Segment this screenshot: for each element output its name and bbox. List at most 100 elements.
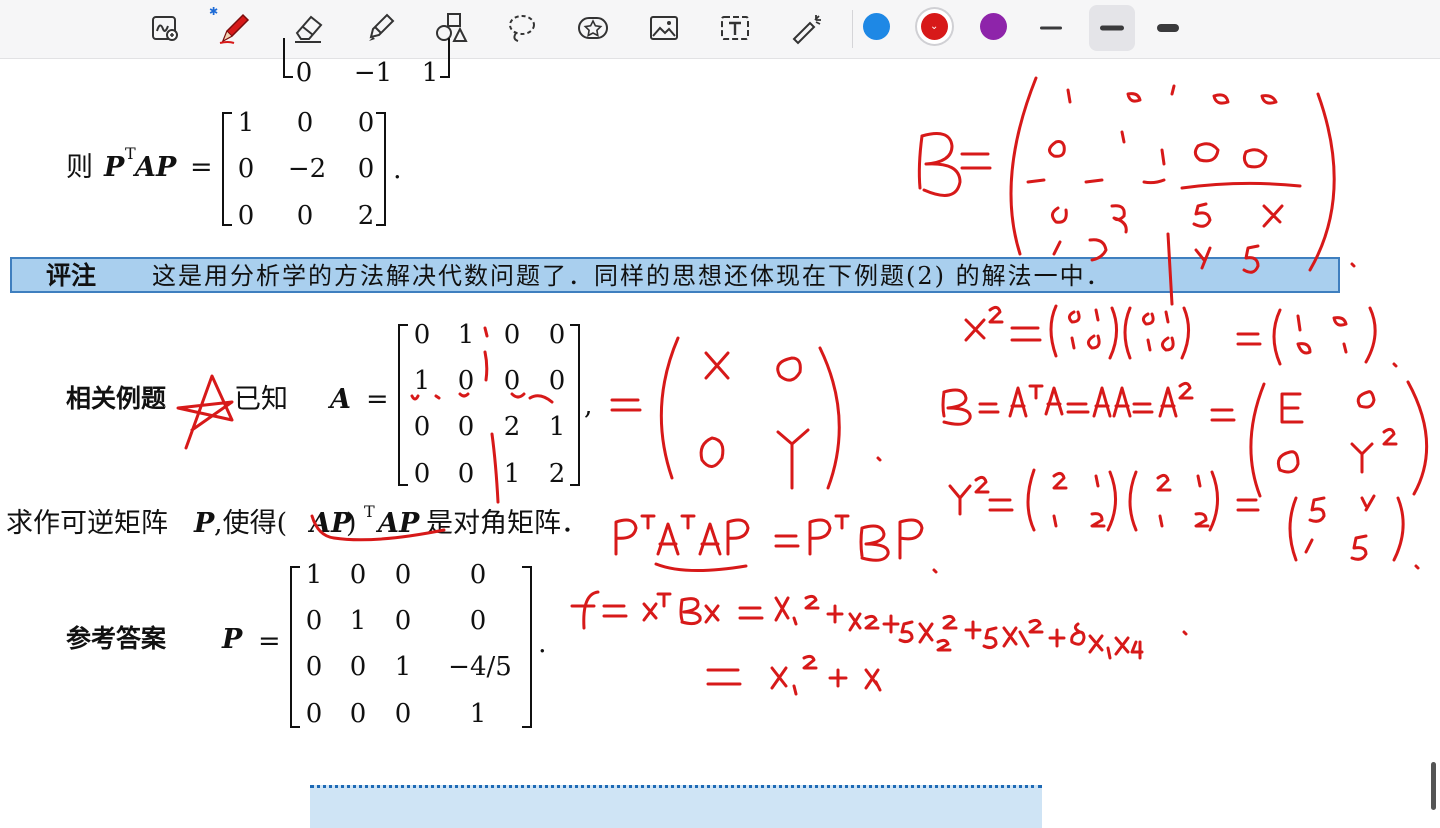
ink-A <box>698 522 722 556</box>
ink-entries <box>1304 494 1376 561</box>
matrix-cell: 1 <box>469 699 487 729</box>
ink-equals <box>978 402 1000 414</box>
ink-equals <box>602 604 628 618</box>
math-symbol: AP <box>135 152 177 183</box>
color-swatch-purple[interactable] <box>980 13 1007 40</box>
matrix-cell: 0 <box>394 699 412 729</box>
ink-terms <box>774 594 844 626</box>
math-symbol: P <box>194 508 215 539</box>
matrix-cell: −1 <box>353 58 393 88</box>
text-comma: , <box>584 390 593 421</box>
ink-P <box>808 518 832 556</box>
matrix-cell: 1 <box>503 459 521 489</box>
ink-entries <box>1026 178 1302 190</box>
matrix-cell: 0 <box>237 154 255 184</box>
note-banner: 评注 这是用分析学的方法解决代数问题了．同样的思想还体现在下例题(2) 的解法一… <box>10 257 1340 293</box>
annotation-toolbar: ✱ ⌄ <box>0 0 1440 59</box>
ink-dot <box>932 568 938 574</box>
ink-sup <box>640 514 656 530</box>
ink-star <box>176 374 234 450</box>
toolbar-divider <box>852 10 853 48</box>
ink-dot <box>1414 564 1420 570</box>
ink-entries <box>1048 130 1268 169</box>
stroke-medium-button[interactable] <box>1089 5 1135 51</box>
ink-Y2 <box>1350 427 1398 474</box>
math-symbol: A <box>330 384 351 415</box>
shapes-icon[interactable] <box>431 8 471 48</box>
matrix-cell: 0 <box>394 606 412 636</box>
ink-terms <box>848 612 900 634</box>
ink-equals <box>1132 402 1154 414</box>
ink-B <box>917 132 962 197</box>
ink-equals <box>960 152 992 170</box>
ink-equals <box>1236 332 1262 346</box>
ink-entries <box>1052 471 1210 528</box>
matrix-cell: 1 <box>394 652 412 682</box>
ink-AA <box>1092 386 1132 418</box>
ink-paren-right <box>818 346 841 490</box>
question-text: ,使得( <box>214 508 288 539</box>
ink-terms <box>964 618 1044 650</box>
color-swatch-red[interactable]: ⌄ <box>921 13 948 40</box>
matrix-cell: 0 <box>457 412 475 442</box>
ink-entries <box>1051 202 1284 234</box>
ink-0 <box>1356 390 1376 409</box>
matrix-cell: 1 <box>305 560 323 590</box>
image-icon[interactable] <box>644 8 684 48</box>
ink-xTBx <box>642 592 720 626</box>
color-swatch-blue[interactable] <box>863 13 890 40</box>
lasso-icon[interactable] <box>502 8 542 48</box>
ink-paren-left <box>1009 76 1038 256</box>
matrix-cell: 0 <box>457 459 475 489</box>
ink-Y2 <box>948 475 990 516</box>
chevron-down-icon: ⌄ <box>930 21 939 32</box>
math-symbol: AP <box>378 508 420 539</box>
matrix-cell: 0 <box>349 699 367 729</box>
zoom-lasso-icon[interactable] <box>145 8 185 48</box>
ink-dot <box>1182 630 1188 636</box>
equals-sign: = <box>258 626 281 657</box>
ink-paren <box>1288 496 1405 562</box>
ink-f <box>570 590 600 630</box>
highlighter-icon[interactable] <box>360 8 400 48</box>
ink-equals <box>1066 402 1090 414</box>
ink-terms <box>898 614 958 652</box>
matrix-cell: 0 <box>349 652 367 682</box>
ink-B <box>941 388 972 426</box>
ink-paren <box>1049 304 1190 360</box>
matrix-cell: 0 <box>305 606 323 636</box>
ink-sup <box>680 514 696 530</box>
document-page: 0 −1 1 则 P T AP = 1 0 0 0 −2 0 0 0 2 . 评… <box>0 38 1440 828</box>
eraser-icon[interactable] <box>288 8 328 48</box>
ink-equals <box>738 606 764 620</box>
matrix-bracket-right <box>440 38 450 78</box>
ink-equals <box>706 668 742 686</box>
ink-equals <box>988 498 1014 512</box>
ink-underline <box>654 562 748 572</box>
stroke-thick-button[interactable] <box>1148 8 1188 48</box>
laser-pointer-icon[interactable] <box>787 8 827 48</box>
question-text: ) <box>346 508 357 539</box>
matrix-cell: 0 <box>457 366 475 396</box>
ink-paren-left <box>659 336 680 480</box>
ink-B <box>859 524 890 562</box>
text-icon[interactable] <box>715 8 755 48</box>
ink-dot <box>876 456 882 462</box>
ink-paren <box>1272 306 1377 366</box>
matrix-cell: 1 <box>349 606 367 636</box>
ink-equals <box>774 534 800 548</box>
text-period: . <box>538 628 547 659</box>
note-label: 评注 <box>46 261 97 290</box>
ink-dot <box>1392 362 1398 368</box>
matrix-cell: 1 <box>413 366 431 396</box>
scrollbar[interactable] <box>1431 762 1436 810</box>
sticker-icon[interactable] <box>573 8 613 48</box>
text-period: . <box>393 154 402 185</box>
ink-ATA <box>1008 384 1064 418</box>
ink-paren-right <box>1308 92 1336 272</box>
stroke-thin-button[interactable] <box>1031 8 1071 48</box>
pen-icon[interactable] <box>214 8 254 48</box>
question-text: 求作可逆矩阵 <box>6 508 168 539</box>
matrix-cell: 0 <box>237 201 255 231</box>
matrix-cell: 0 <box>305 699 323 729</box>
